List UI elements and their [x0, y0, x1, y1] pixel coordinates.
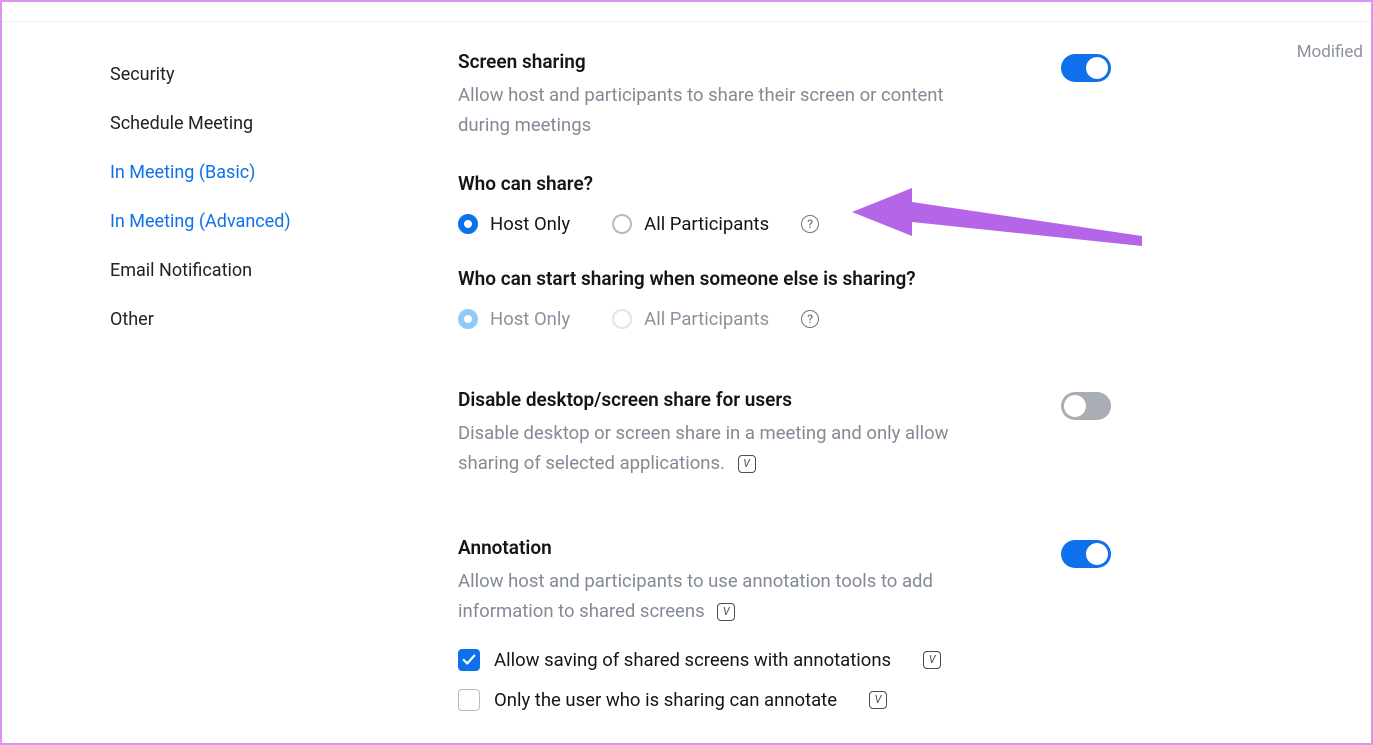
screen-sharing-desc: Allow host and participants to share the…: [458, 81, 978, 140]
who-can-share-row: Host Only All Participants ?: [458, 213, 1331, 235]
info-box-icon[interactable]: V: [738, 455, 756, 473]
who-can-start-sharing-row: Host Only All Participants ?: [458, 308, 1331, 330]
disable-desktop-toggle[interactable]: [1061, 392, 1111, 420]
setting-screen-sharing: Screen sharing Allow host and participan…: [458, 50, 1331, 330]
radio-all-participants-disabled: All Participants: [612, 308, 769, 330]
check-label: Allow saving of shared screens with anno…: [494, 649, 891, 671]
radio-dot-icon: [612, 309, 632, 329]
sidebar-item-other[interactable]: Other: [110, 295, 364, 344]
disable-desktop-desc-text: Disable desktop or screen share in a mee…: [458, 422, 949, 474]
who-can-start-sharing-label: Who can start sharing when someone else …: [458, 267, 1331, 290]
annotation-check-row-1: Allow saving of shared screens with anno…: [458, 649, 1331, 671]
radio-label: Host Only: [490, 213, 570, 235]
sidebar-item-in-meeting-advanced[interactable]: In Meeting (Advanced): [110, 197, 364, 246]
disable-desktop-title: Disable desktop/screen share for users: [458, 388, 1331, 411]
content-container: Security Schedule Meeting In Meeting (Ba…: [2, 22, 1371, 743]
help-icon[interactable]: ?: [801, 215, 819, 233]
annotation-desc: Allow host and participants to use annot…: [458, 567, 978, 626]
info-box-icon[interactable]: V: [717, 603, 735, 621]
info-box-icon[interactable]: V: [869, 691, 887, 709]
sidebar-item-security[interactable]: Security: [110, 50, 364, 99]
sidebar-item-schedule-meeting[interactable]: Schedule Meeting: [110, 99, 364, 148]
left-gutter: [2, 22, 24, 743]
radio-host-only[interactable]: Host Only: [458, 213, 570, 235]
settings-main: Screen sharing Allow host and participan…: [364, 22, 1371, 743]
top-divider: [2, 2, 1371, 22]
setting-annotation: Annotation Allow host and participants t…: [458, 536, 1331, 710]
radio-dot-icon: [612, 214, 632, 234]
radio-label: All Participants: [644, 213, 769, 235]
sidebar-item-in-meeting-basic[interactable]: In Meeting (Basic): [110, 148, 364, 197]
checkbox-allow-saving[interactable]: [458, 649, 480, 671]
disable-desktop-desc: Disable desktop or screen share in a mee…: [458, 419, 978, 478]
sidebar-item-email-notification[interactable]: Email Notification: [110, 246, 364, 295]
setting-disable-desktop: Disable desktop/screen share for users D…: [458, 388, 1331, 478]
radio-label: Host Only: [490, 308, 570, 330]
radio-dot-icon: [458, 214, 478, 234]
who-can-share-label: Who can share?: [458, 172, 1331, 195]
annotation-title: Annotation: [458, 536, 1331, 559]
checkbox-only-sharer[interactable]: [458, 689, 480, 711]
radio-label: All Participants: [644, 308, 769, 330]
check-label: Only the user who is sharing can annotat…: [494, 689, 837, 711]
settings-sidebar: Security Schedule Meeting In Meeting (Ba…: [24, 22, 364, 743]
toggle-knob: [1086, 543, 1108, 565]
screen-sharing-toggle[interactable]: [1061, 54, 1111, 82]
toggle-knob: [1064, 395, 1086, 417]
annotation-toggle[interactable]: [1061, 540, 1111, 568]
check-icon: [462, 653, 476, 667]
toggle-knob: [1086, 57, 1108, 79]
annotation-desc-text: Allow host and participants to use annot…: [458, 570, 933, 622]
help-icon[interactable]: ?: [801, 310, 819, 328]
radio-host-only-disabled: Host Only: [458, 308, 570, 330]
info-box-icon[interactable]: V: [923, 651, 941, 669]
annotation-check-row-2: Only the user who is sharing can annotat…: [458, 689, 1331, 711]
radio-dot-icon: [458, 309, 478, 329]
screen-sharing-title: Screen sharing: [458, 50, 1331, 73]
radio-all-participants[interactable]: All Participants: [612, 213, 769, 235]
